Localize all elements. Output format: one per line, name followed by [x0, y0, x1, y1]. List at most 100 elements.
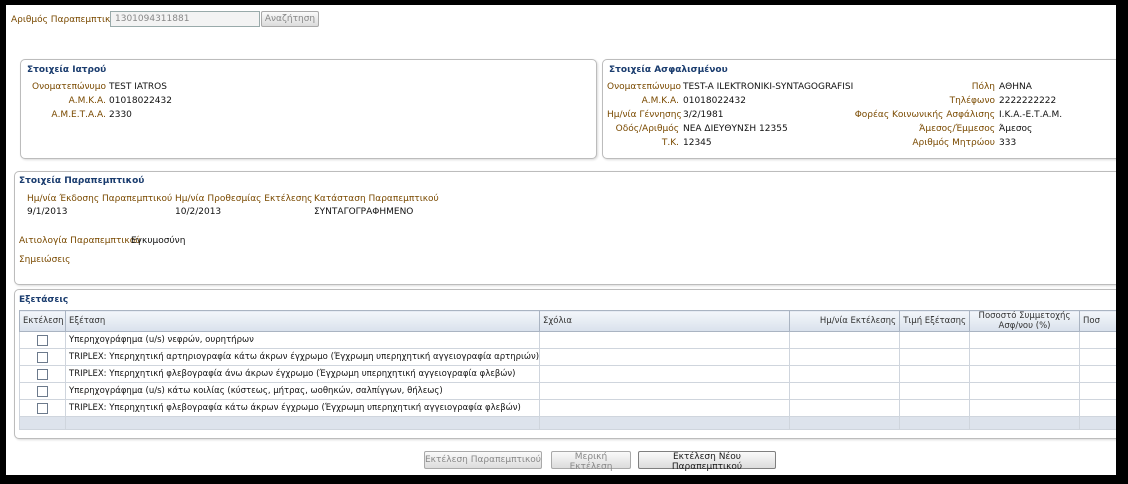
exams-panel-title: Εξετάσεις — [19, 295, 69, 305]
col-header-pct[interactable]: Ποσοστό Συμμετοχής Ασφ/νου (%) — [969, 310, 1080, 332]
exec-checkbox[interactable] — [37, 385, 48, 397]
status-value: ΣΥΝΤΑΓΟΓΡΑΦΗΜΕΝΟ — [314, 207, 414, 217]
referral-number-label: Αριθμός Παραπεμπτικού — [11, 15, 122, 25]
price-cell — [899, 365, 970, 383]
insured-direct-label: Άμεσος/Έμμεσος — [919, 124, 995, 134]
notes-label: Σημειώσεις — [19, 255, 71, 265]
table-row: TRIPLEX: Υπερηχητική φλεβογραφία κάτω άκ… — [19, 399, 1116, 417]
date-cell[interactable] — [789, 348, 900, 366]
insured-name-label: Ονοματεπώνυμο — [607, 82, 681, 92]
col-header-price[interactable]: Τιμή Εξέτασης — [899, 310, 970, 332]
insured-reg-value: 333 — [999, 138, 1017, 148]
insured-address-label: Οδός/Αριθμός — [615, 124, 679, 134]
referral-panel-title: Στοιχεία Παραπεμπτικού — [19, 176, 145, 186]
insured-right-labels: Πόλη Τηλέφωνο Φορέας Κοινωνικής Ασφάλιση… — [853, 82, 995, 152]
reason-value: Εγκυμοσύνη — [131, 236, 186, 246]
comments-cell[interactable] — [539, 365, 790, 383]
search-button[interactable]: Αναζήτηση — [261, 11, 319, 27]
table-row: Υπερηχογράφημα (u/s) νεφρών, ουρητήρων — [19, 331, 1116, 349]
comments-cell[interactable] — [539, 348, 790, 366]
insured-fund-label: Φορέας Κοινωνικής Ασφάλισης — [854, 110, 995, 120]
table-footer-row — [19, 416, 1116, 430]
doctor-amka-value: 01018022432 — [109, 96, 172, 106]
insured-phone-label: Τηλέφωνο — [949, 96, 995, 106]
comments-cell[interactable] — [539, 382, 790, 400]
pct-cell — [969, 399, 1080, 417]
extra-cell — [1079, 365, 1116, 383]
referral-panel: Στοιχεία Παραπεμπτικού Ημ/νία Έκδοσης Πα… — [14, 171, 1116, 285]
table-row: Υπερηχογράφημα (u/s) κάτω κοιλίας (κύστε… — [19, 382, 1116, 400]
insured-panel-title: Στοιχεία Ασφαλισμένου — [609, 65, 728, 75]
price-cell — [899, 331, 970, 349]
insured-amka-value: 01018022432 — [683, 96, 746, 106]
insured-left-labels: Ονοματεπώνυμο Α.Μ.Κ.Α. Ημ/νία Γέννησης Ο… — [607, 82, 682, 152]
pct-cell — [969, 348, 1080, 366]
insured-city-value: ΑΘΗΝΑ — [999, 82, 1032, 92]
referral-number-input[interactable] — [110, 11, 260, 27]
doctor-panel-title: Στοιχεία Ιατρού — [27, 65, 107, 75]
status-label: Κατάσταση Παραπεμπτικού — [314, 194, 439, 204]
date-cell[interactable] — [789, 331, 900, 349]
price-cell — [899, 348, 970, 366]
date-cell[interactable] — [789, 382, 900, 400]
insured-panel: Στοιχεία Ασφαλισμένου Ονοματεπώνυμο Α.Μ.… — [602, 59, 1116, 159]
table-row: TRIPLEX: Υπερηχητική αρτηριογραφία κάτω … — [19, 348, 1116, 366]
deadline-value: 10/2/2013 — [175, 207, 222, 217]
exam-cell: Υπερηχογράφημα (u/s) κάτω κοιλίας (κύστε… — [65, 382, 540, 400]
issue-date-value: 9/1/2013 — [27, 207, 68, 217]
pct-cell — [969, 382, 1080, 400]
date-cell[interactable] — [789, 399, 900, 417]
insured-right-values: ΑΘΗΝΑ 2222222222 Ι.Κ.Α.-Ε.Τ.Α.Μ. Άμεσος … — [999, 82, 1062, 152]
execute-referral-button[interactable]: Εκτέλεση Παραπεμπτικού — [424, 451, 542, 469]
comments-cell[interactable] — [539, 399, 790, 417]
extra-cell — [1079, 331, 1116, 349]
insured-left-values: TEST-A ILEKTRONIKI-SYNTAGOGRAFISI 010180… — [683, 82, 853, 152]
pct-cell — [969, 331, 1080, 349]
exec-checkbox[interactable] — [37, 334, 48, 346]
exam-cell: TRIPLEX: Υπερηχητική φλεβογραφία κάτω άκ… — [65, 399, 540, 417]
partial-execution-button[interactable]: Μερική Εκτέλεση — [551, 451, 631, 472]
col-header-comments[interactable]: Σχόλια — [539, 310, 790, 332]
table-row: TRIPLEX: Υπερηχητική φλεβογραφία άνω άκρ… — [19, 365, 1116, 383]
col-header-date[interactable]: Ημ/νία Εκτέλεσης — [789, 310, 900, 332]
insured-address-value: ΝΕΑ ΔΙΕΥΘΥΝΣΗ 12355 — [683, 124, 788, 134]
pct-cell — [969, 365, 1080, 383]
col-header-more[interactable]: Ποσ — [1079, 310, 1116, 332]
extra-cell — [1079, 382, 1116, 400]
reason-label: Αιτιολογία Παραπεμπτικού — [19, 236, 141, 246]
insured-name-value: TEST-A ILEKTRONIKI-SYNTAGOGRAFISI — [683, 82, 854, 92]
col-header-exec[interactable]: Εκτέλεση — [19, 310, 66, 332]
doctor-name-label: Ονοματεπώνυμο — [32, 82, 106, 92]
price-cell — [899, 382, 970, 400]
exams-panel: Εξετάσεις Εκτέλεση Εξέταση Σχόλια Ημ/νία… — [14, 289, 1116, 439]
col-header-exam[interactable]: Εξέταση — [65, 310, 540, 332]
doctor-amka-label: Α.Μ.Κ.Α. — [68, 96, 106, 106]
insured-reg-label: Αριθμός Μητρώου — [912, 138, 995, 148]
insured-birth-value: 3/2/1981 — [683, 110, 724, 120]
extra-cell — [1079, 348, 1116, 366]
doctor-ameta-label: Α.Μ.Ε.Τ.Α.Α. — [51, 110, 106, 120]
insured-fund-value: Ι.Κ.Α.-Ε.Τ.Α.Μ. — [999, 110, 1063, 120]
date-cell[interactable] — [789, 365, 900, 383]
exam-cell: TRIPLEX: Υπερηχητική αρτηριογραφία κάτω … — [65, 348, 540, 366]
exams-table: Εκτέλεση Εξέταση Σχόλια Ημ/νία Εκτέλεσης… — [19, 310, 1116, 430]
issue-date-label: Ημ/νία Έκδοσης Παραπεμπτικού — [27, 194, 173, 204]
exam-cell: Υπερηχογράφημα (u/s) νεφρών, ουρητήρων — [65, 331, 540, 349]
exam-cell: TRIPLEX: Υπερηχητική φλεβογραφία άνω άκρ… — [65, 365, 540, 383]
insured-direct-value: Άμεσος — [999, 124, 1033, 134]
price-cell — [899, 399, 970, 417]
extra-cell — [1079, 399, 1116, 417]
referral-screen: Αριθμός Παραπεμπτικού Αναζήτηση Στοιχεία… — [6, 5, 1116, 475]
insured-phone-value: 2222222222 — [999, 96, 1057, 106]
insured-city-label: Πόλη — [971, 82, 995, 92]
exec-checkbox[interactable] — [37, 402, 48, 414]
comments-cell[interactable] — [539, 331, 790, 349]
exec-checkbox[interactable] — [37, 351, 48, 363]
doctor-ameta-value: 2330 — [109, 110, 132, 120]
execute-new-referral-button[interactable]: Εκτέλεση Νέου Παραπεμπτικού — [638, 451, 776, 472]
insured-tk-value: 12345 — [683, 138, 712, 148]
deadline-label: Ημ/νία Προθεσμίας Εκτέλεσης — [175, 194, 313, 204]
doctor-name-value: TEST IATROS — [109, 82, 167, 92]
exec-checkbox[interactable] — [37, 368, 48, 380]
insured-amka-label: Α.Μ.Κ.Α. — [641, 96, 679, 106]
